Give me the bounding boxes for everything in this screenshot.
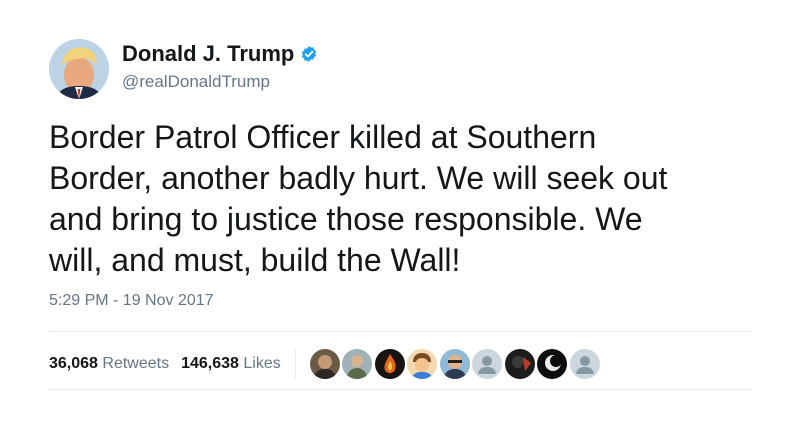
tweet-timestamp[interactable]: 5:29 PM - 19 Nov 2017 [49, 292, 214, 310]
author-block: Donald J. Trump @realDonaldTrump [122, 40, 318, 92]
liker-avatar[interactable] [407, 349, 438, 379]
author-display-name[interactable]: Donald J. Trump [122, 41, 294, 67]
liker-avatar[interactable] [342, 349, 373, 379]
liker-avatar[interactable] [504, 349, 535, 379]
tweet-text: Border Patrol Officer killed at Southern… [49, 117, 749, 281]
liker-avatar[interactable] [309, 349, 340, 379]
likes-label: Likes [243, 355, 281, 372]
divider-top [49, 331, 752, 332]
verified-badge-icon [300, 45, 318, 63]
tweet-stats: 36,068 Retweets 146,638 Likes [49, 349, 602, 379]
tweet-text-line: and bring to justice those responsible. … [49, 201, 643, 237]
divider-bottom [49, 389, 752, 390]
liker-avatar[interactable] [439, 349, 470, 379]
likes-stat[interactable]: 146,638 Likes [181, 355, 281, 373]
liker-avatar[interactable] [374, 349, 405, 379]
retweets-count: 36,068 [49, 355, 98, 372]
retweets-stat[interactable]: 36,068 Retweets [49, 355, 169, 373]
tweet-text-line: will, and must, build the Wall! [49, 242, 461, 278]
profile-avatar[interactable] [49, 39, 109, 99]
retweets-label: Retweets [102, 355, 170, 372]
liker-avatar-default[interactable] [569, 349, 600, 379]
author-name-row: Donald J. Trump [122, 40, 318, 68]
liker-avatar-default[interactable] [472, 349, 503, 379]
tweet-card: Donald J. Trump @realDonaldTrump Border … [0, 0, 800, 428]
stats-separator [294, 349, 296, 379]
liker-avatars [309, 349, 603, 379]
liker-avatar[interactable] [537, 349, 568, 379]
likes-count: 146,638 [181, 355, 239, 372]
author-handle[interactable]: @realDonaldTrump [122, 72, 318, 92]
tweet-text-line: Border, another badly hurt. We will seek… [49, 160, 668, 196]
tweet-text-line: Border Patrol Officer killed at Southern [49, 119, 597, 155]
